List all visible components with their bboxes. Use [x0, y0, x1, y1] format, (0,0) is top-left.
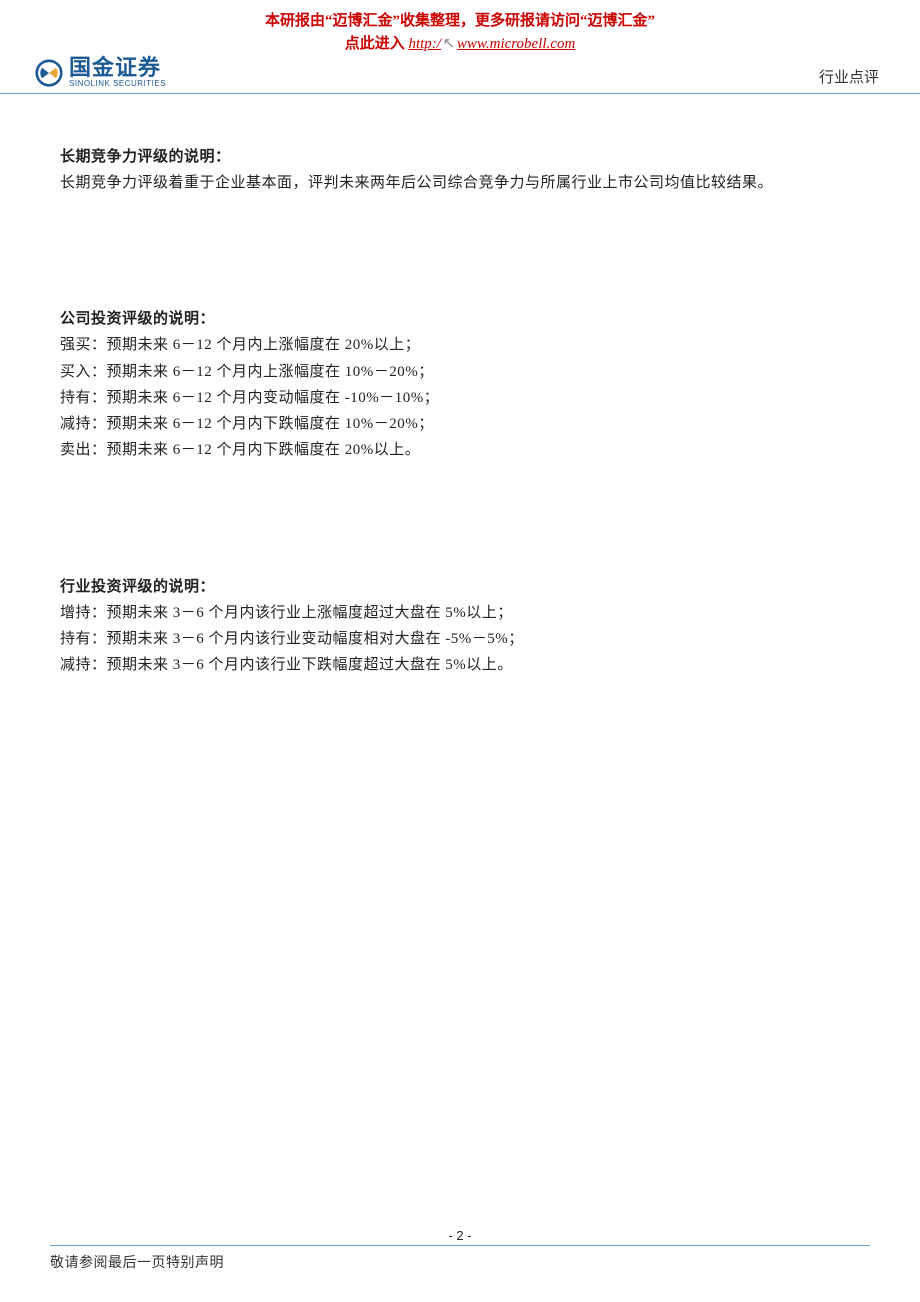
section-industry-rating: 行业投资评级的说明： 增持：预期未来 3－6 个月内该行业上涨幅度超过大盘在 5… — [60, 574, 860, 679]
rating-item: 强买：预期未来 6－12 个月内上涨幅度在 20%以上； — [60, 332, 860, 358]
rating-item: 卖出：预期未来 6－12 个月内下跌幅度在 20%以上。 — [60, 437, 860, 463]
page-footer: - 2 - 敬请参阅最后一页特别声明 — [0, 1228, 920, 1272]
logo-text-en: SINOLINK SECURITIES — [69, 79, 166, 89]
rating-item: 持有：预期未来 3－6 个月内该行业变动幅度相对大盘在 -5%－5%； — [60, 626, 860, 652]
section-company-rating: 公司投资评级的说明： 强买：预期未来 6－12 个月内上涨幅度在 20%以上； … — [60, 306, 860, 464]
source-banner: 本研报由“迈博汇金”收集整理，更多研报请访问“迈博汇金” 点此进入 http:/… — [0, 0, 920, 55]
section-longterm: 长期竞争力评级的说明： 长期竞争力评级着重于企业基本面，评判未来两年后公司综合竞… — [60, 144, 860, 197]
sinolink-logo-icon — [35, 59, 63, 87]
banner-line1: 本研报由“迈博汇金”收集整理，更多研报请访问“迈博汇金” — [0, 10, 920, 33]
page-header: 国金证券 SINOLINK SECURITIES 行业点评 — [0, 55, 920, 94]
section-body: 长期竞争力评级着重于企业基本面，评判未来两年后公司综合竞争力与所属行业上市公司均… — [60, 170, 860, 196]
page-number: - 2 - — [50, 1228, 870, 1245]
rating-item: 减持：预期未来 6－12 个月内下跌幅度在 10%－20%； — [60, 411, 860, 437]
cursor-icon: ↖ — [441, 33, 457, 56]
section-title: 长期竞争力评级的说明： — [60, 144, 860, 170]
section-title: 公司投资评级的说明： — [60, 306, 860, 332]
content-body: 长期竞争力评级的说明： 长期竞争力评级着重于企业基本面，评判未来两年后公司综合竞… — [0, 94, 920, 679]
rating-item: 买入：预期未来 6－12 个月内上涨幅度在 10%－20%； — [60, 359, 860, 385]
rating-item: 增持：预期未来 3－6 个月内该行业上涨幅度超过大盘在 5%以上； — [60, 600, 860, 626]
section-title: 行业投资评级的说明： — [60, 574, 860, 600]
logo-text-cn: 国金证券 — [69, 57, 166, 79]
company-logo: 国金证券 SINOLINK SECURITIES — [35, 57, 166, 93]
rating-item: 持有：预期未来 6－12 个月内变动幅度在 -10%－10%； — [60, 385, 860, 411]
footer-disclaimer: 敬请参阅最后一页特别声明 — [50, 1245, 870, 1272]
banner-link[interactable]: http:/↖www.microbell.com — [408, 36, 575, 52]
banner-line2: 点此进入 http:/↖www.microbell.com — [0, 33, 920, 56]
doc-category: 行业点评 — [819, 66, 885, 93]
rating-item: 减持：预期未来 3－6 个月内该行业下跌幅度超过大盘在 5%以上。 — [60, 652, 860, 678]
